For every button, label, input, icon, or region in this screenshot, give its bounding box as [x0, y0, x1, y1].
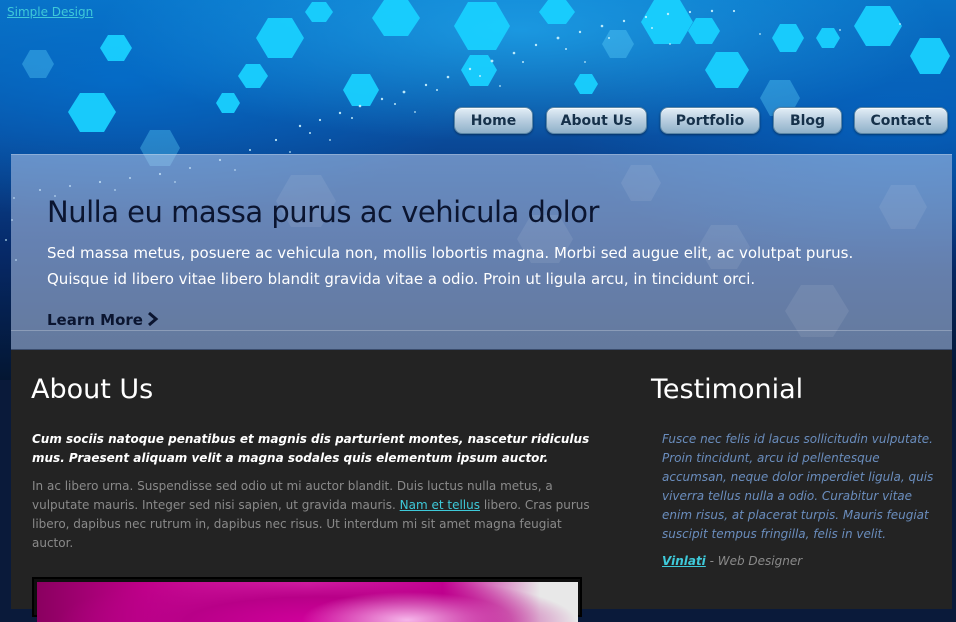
chevron-right-icon	[147, 311, 159, 327]
testimonial-author-role: - Web Designer	[705, 554, 803, 568]
testimonial-title: Testimonial	[651, 374, 804, 405]
hero-title: Nulla eu massa purus ac vehicula dolor	[47, 195, 599, 229]
about-lead-text: Cum sociis natoque penatibus et magnis d…	[32, 432, 590, 465]
nav-contact-button[interactable]: Contact	[854, 107, 948, 134]
about-body-link[interactable]: Nam et tellus	[400, 498, 480, 512]
site-logo-link[interactable]: Simple Design	[7, 5, 93, 19]
about-title: About Us	[31, 374, 154, 405]
learn-more-link[interactable]: Learn More	[47, 311, 159, 329]
nav-portfolio-button[interactable]: Portfolio	[660, 107, 760, 134]
learn-more-label: Learn More	[47, 311, 143, 329]
content-section: About Us Cum sociis natoque penatibus et…	[11, 350, 952, 622]
testimonial-author: Vinlati - Web Designer	[662, 554, 802, 568]
testimonial-quote: Fusce nec felis id lacus sollicitudin vu…	[662, 432, 934, 541]
flower-photo-frame	[32, 577, 582, 622]
nav-about-button[interactable]: About Us	[546, 107, 647, 134]
hero-text: Sed massa metus, posuere ac vehicula non…	[47, 244, 854, 288]
nav-blog-button[interactable]: Blog	[773, 107, 842, 134]
testimonial-author-link[interactable]: Vinlati	[662, 554, 706, 568]
hero-divider	[11, 330, 952, 331]
flower-photo	[37, 582, 578, 622]
hero-panel: Nulla eu massa purus ac vehicula dolor S…	[11, 154, 952, 350]
nav-home-button[interactable]: Home	[454, 107, 533, 134]
about-body-text: In ac libero urna. Suspendisse sed odio …	[32, 477, 602, 553]
